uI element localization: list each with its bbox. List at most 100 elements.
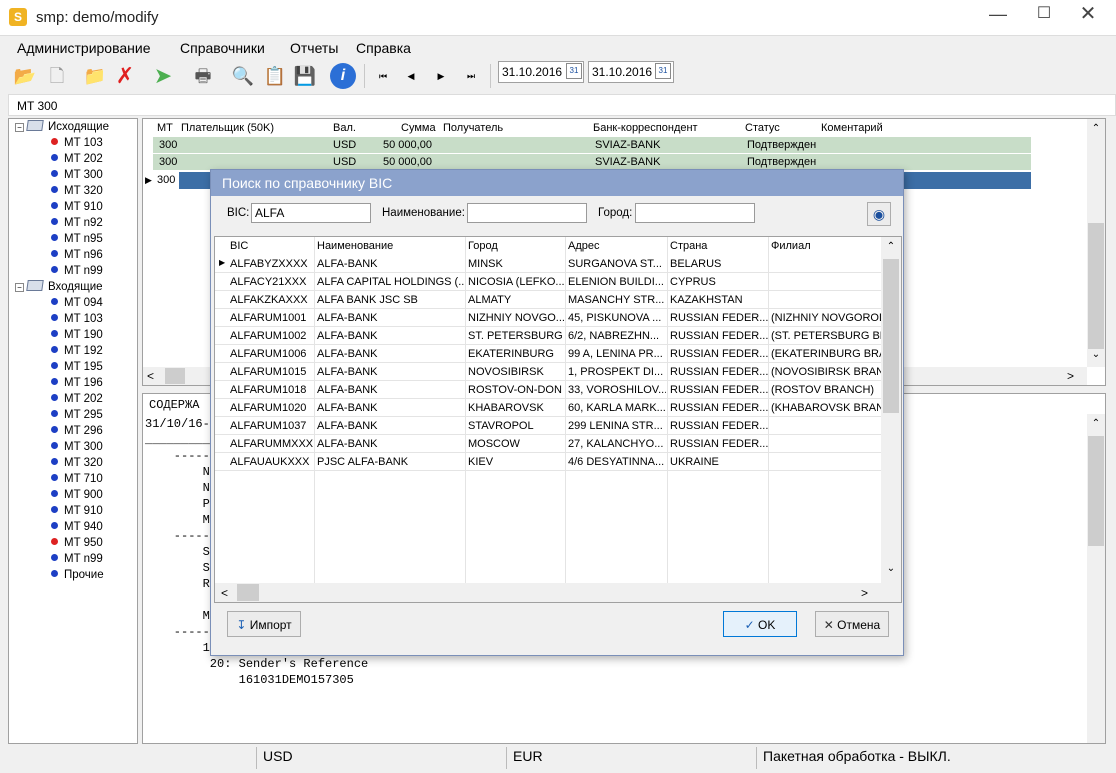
column-header[interactable]: Адрес [568, 240, 600, 252]
scroll-up-icon[interactable]: ⌃ [1087, 123, 1105, 134]
first-record-icon[interactable]: ⏮ [372, 64, 394, 88]
tree-node-incoming-item[interactable]: MT 103 [51, 311, 103, 327]
column-header[interactable]: Филиал [771, 240, 811, 252]
tree-node-outgoing-item[interactable]: MT 910 [51, 199, 103, 215]
tree-node-incoming[interactable]: − Входящие [15, 279, 103, 295]
print-icon[interactable]: 🖶 [190, 63, 216, 89]
last-record-icon[interactable]: ⏭ [460, 64, 482, 88]
column-header[interactable]: MT [157, 122, 173, 134]
tree-node-incoming-item[interactable]: MT 190 [51, 327, 103, 343]
column-header[interactable]: Город [468, 240, 498, 252]
new-document-icon[interactable]: 🗋 [44, 63, 70, 89]
tree-node-incoming-item[interactable]: MT 300 [51, 439, 103, 455]
column-header[interactable]: Статус [745, 122, 780, 134]
close-icon[interactable]: ✕ [1065, 0, 1111, 30]
scroll-up-icon[interactable]: ⌃ [881, 241, 901, 252]
horizontal-scrollbar[interactable]: < > [215, 583, 901, 602]
column-header[interactable]: Банк-корреспондент [593, 122, 698, 134]
tree-node-incoming-item[interactable]: MT n99 [51, 551, 103, 567]
tree-node-incoming-item[interactable]: MT 195 [51, 359, 103, 375]
vertical-scrollbar[interactable]: ⌃ ⌄ [881, 237, 901, 583]
scroll-thumb[interactable] [237, 584, 259, 601]
bic-input[interactable]: ALFA [251, 203, 371, 223]
tree-node-incoming-item[interactable]: MT 940 [51, 519, 103, 535]
cancel-button[interactable]: ✕ Отмена [815, 611, 889, 637]
tree-node-outgoing-item[interactable]: MT 300 [51, 167, 103, 183]
menu-admin[interactable]: Администрирование [17, 40, 151, 56]
ok-button[interactable]: ✓ OK [723, 611, 797, 637]
tree-node-label: MT 192 [64, 345, 103, 357]
tree-node-incoming-item[interactable]: MT 196 [51, 375, 103, 391]
tree-node-incoming-item[interactable]: MT 900 [51, 487, 103, 503]
tree-node-incoming-item[interactable]: Прочие [51, 567, 104, 583]
tree-node-outgoing-item[interactable]: MT n96 [51, 247, 103, 263]
table-row[interactable]: 300 USD 50 000,00 SVIAZ-BANK Подтвержден [153, 137, 1031, 154]
column-header[interactable]: Коментарий [821, 122, 883, 134]
scroll-right-icon[interactable]: > [861, 586, 868, 600]
vertical-scrollbar[interactable]: ⌃ [1087, 414, 1105, 743]
vertical-scrollbar[interactable]: ⌃ ⌄ [1087, 119, 1105, 367]
tree-node-incoming-item[interactable]: MT 910 [51, 503, 103, 519]
tree-node-label: MT n96 [64, 249, 103, 261]
minimize-icon[interactable]: — [975, 0, 1021, 30]
info-icon[interactable]: i [330, 63, 356, 89]
window-title: smp: demo/modify [36, 9, 159, 26]
column-header[interactable]: Вал. [333, 122, 356, 134]
tree-node-incoming-item[interactable]: MT 202 [51, 391, 103, 407]
scroll-right-icon[interactable]: > [1067, 369, 1074, 383]
copy-icon[interactable]: 📋 [262, 63, 288, 89]
tree-node-outgoing-item[interactable]: MT 320 [51, 183, 103, 199]
column-header[interactable]: Наименование [317, 240, 393, 252]
scroll-down-icon[interactable]: ⌄ [1087, 349, 1105, 360]
scroll-thumb[interactable] [1088, 436, 1104, 546]
binoculars-icon[interactable]: ◉ [867, 202, 891, 226]
scroll-down-icon[interactable]: ⌄ [881, 563, 901, 574]
tree-node-outgoing-item[interactable]: MT 103 [51, 135, 103, 151]
go-icon[interactable]: ➤ [150, 63, 176, 89]
open-folder-icon[interactable]: 📁 [82, 63, 108, 89]
next-record-icon[interactable]: ▶ [430, 64, 452, 88]
column-header[interactable]: Плательщик (50K) [181, 122, 274, 134]
tree-node-outgoing-item[interactable]: MT n92 [51, 215, 103, 231]
menu-help[interactable]: Справка [356, 40, 411, 56]
column-header[interactable]: BIC [230, 240, 248, 252]
tree-node-incoming-item[interactable]: MT 094 [51, 295, 103, 311]
calendar-icon[interactable]: 31 [655, 63, 671, 79]
cell-country: RUSSIAN FEDER... [670, 366, 768, 378]
tree-node-outgoing-item[interactable]: MT 202 [51, 151, 103, 167]
scroll-up-icon[interactable]: ⌃ [1087, 418, 1105, 429]
calendar-icon[interactable]: 31 [566, 63, 582, 79]
maximize-icon[interactable]: ☐ [1021, 0, 1067, 30]
prev-record-icon[interactable]: ◀ [400, 64, 422, 88]
tree-node-outgoing-item[interactable]: MT n99 [51, 263, 103, 279]
menu-directories[interactable]: Справочники [180, 40, 265, 56]
tree-node-incoming-item[interactable]: MT 296 [51, 423, 103, 439]
import-button[interactable]: ↧ Импорт [227, 611, 301, 637]
scroll-thumb[interactable] [883, 259, 899, 413]
column-header[interactable]: Сумма [401, 122, 436, 134]
collapse-icon[interactable]: − [15, 283, 24, 292]
search-icon[interactable]: 🔍 [230, 63, 256, 89]
scroll-left-icon[interactable]: < [147, 369, 154, 383]
name-input[interactable] [467, 203, 587, 223]
tree-node-outgoing-item[interactable]: MT n95 [51, 231, 103, 247]
delete-icon[interactable]: ✗ [112, 63, 138, 89]
scroll-thumb[interactable] [165, 368, 185, 384]
tree-node-incoming-item[interactable]: MT 192 [51, 343, 103, 359]
save-icon[interactable]: 💾 [292, 63, 318, 89]
tree-node-outgoing[interactable]: − Исходящие [15, 119, 109, 135]
column-header[interactable]: Получатель [443, 122, 503, 134]
tree-node-incoming-item[interactable]: MT 320 [51, 455, 103, 471]
tree-node-incoming-item[interactable]: MT 950 [51, 535, 103, 551]
menu-reports[interactable]: Отчеты [290, 40, 338, 56]
tree-node-incoming-item[interactable]: MT 710 [51, 471, 103, 487]
column-header[interactable]: Страна [670, 240, 707, 252]
table-row[interactable]: 300 [153, 172, 177, 189]
scroll-left-icon[interactable]: < [221, 586, 228, 600]
city-input[interactable] [635, 203, 755, 223]
tree-node-incoming-item[interactable]: MT 295 [51, 407, 103, 423]
collapse-icon[interactable]: − [15, 123, 24, 132]
scroll-thumb[interactable] [1088, 223, 1104, 349]
open-icon[interactable]: 📂 [12, 63, 38, 89]
tree-node-label: MT 196 [64, 377, 103, 389]
